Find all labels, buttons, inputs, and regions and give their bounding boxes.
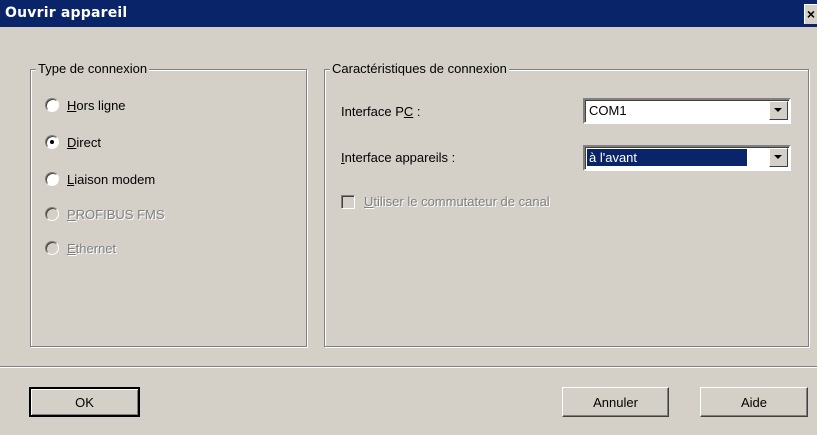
- radio-button[interactable]: [45, 98, 59, 112]
- radio-button[interactable]: [45, 172, 59, 186]
- radio-button-selected[interactable]: [45, 135, 59, 149]
- divider: [0, 366, 817, 368]
- dropdown-button[interactable]: [769, 101, 788, 120]
- radio-label: Ethernet: [67, 240, 117, 256]
- checkbox-disabled: [341, 194, 355, 209]
- radio-button-disabled: [45, 241, 59, 255]
- radio-direct[interactable]: Direct: [45, 132, 101, 152]
- device-interface-label: Interface appareils :: [341, 150, 456, 165]
- window-title: Ouvrir appareil: [5, 5, 128, 21]
- pc-interface-select[interactable]: COM1: [583, 98, 791, 124]
- device-interface-value: à l'avant: [587, 149, 748, 166]
- radio-button-disabled: [45, 207, 59, 221]
- radio-hors-ligne[interactable]: Hors ligne: [45, 95, 126, 115]
- radio-label: Liaison modem: [67, 171, 156, 187]
- checkbox-label: Utiliser le commutateur de canal: [364, 194, 550, 209]
- cancel-button[interactable]: Annuler: [562, 387, 669, 417]
- dropdown-button[interactable]: [769, 148, 788, 167]
- pc-interface-label: Interface PC :: [341, 104, 421, 119]
- close-button[interactable]: ×: [804, 4, 817, 24]
- channel-switch-checkbox: Utiliser le commutateur de canal: [341, 194, 550, 209]
- radio-label: PROFIBUS FMS: [67, 206, 165, 222]
- radio-ethernet: Ethernet: [45, 238, 116, 258]
- device-interface-select[interactable]: à l'avant: [583, 145, 791, 171]
- radio-profibus-fms: PROFIBUS FMS: [45, 204, 165, 224]
- connection-props-group: Caractéristiques de connexion Interface …: [324, 61, 809, 347]
- connection-type-group: Type de connexion Hors ligne Direct Liai…: [30, 61, 307, 347]
- ok-button[interactable]: OK: [29, 387, 140, 417]
- pc-interface-value: COM1: [589, 103, 627, 118]
- radio-liaison-modem[interactable]: Liaison modem: [45, 169, 155, 189]
- title-bar: Ouvrir appareil ×: [0, 0, 817, 27]
- chevron-down-icon: [774, 155, 782, 159]
- radio-label: Direct: [67, 134, 101, 150]
- connection-props-title: Caractéristiques de connexion: [330, 61, 509, 76]
- open-device-dialog: Ouvrir appareil × Type de connexion Hors…: [0, 0, 817, 435]
- help-button[interactable]: Aide: [700, 387, 808, 417]
- chevron-down-icon: [774, 108, 782, 112]
- connection-type-title: Type de connexion: [36, 61, 150, 76]
- radio-label: Hors ligne: [67, 97, 126, 113]
